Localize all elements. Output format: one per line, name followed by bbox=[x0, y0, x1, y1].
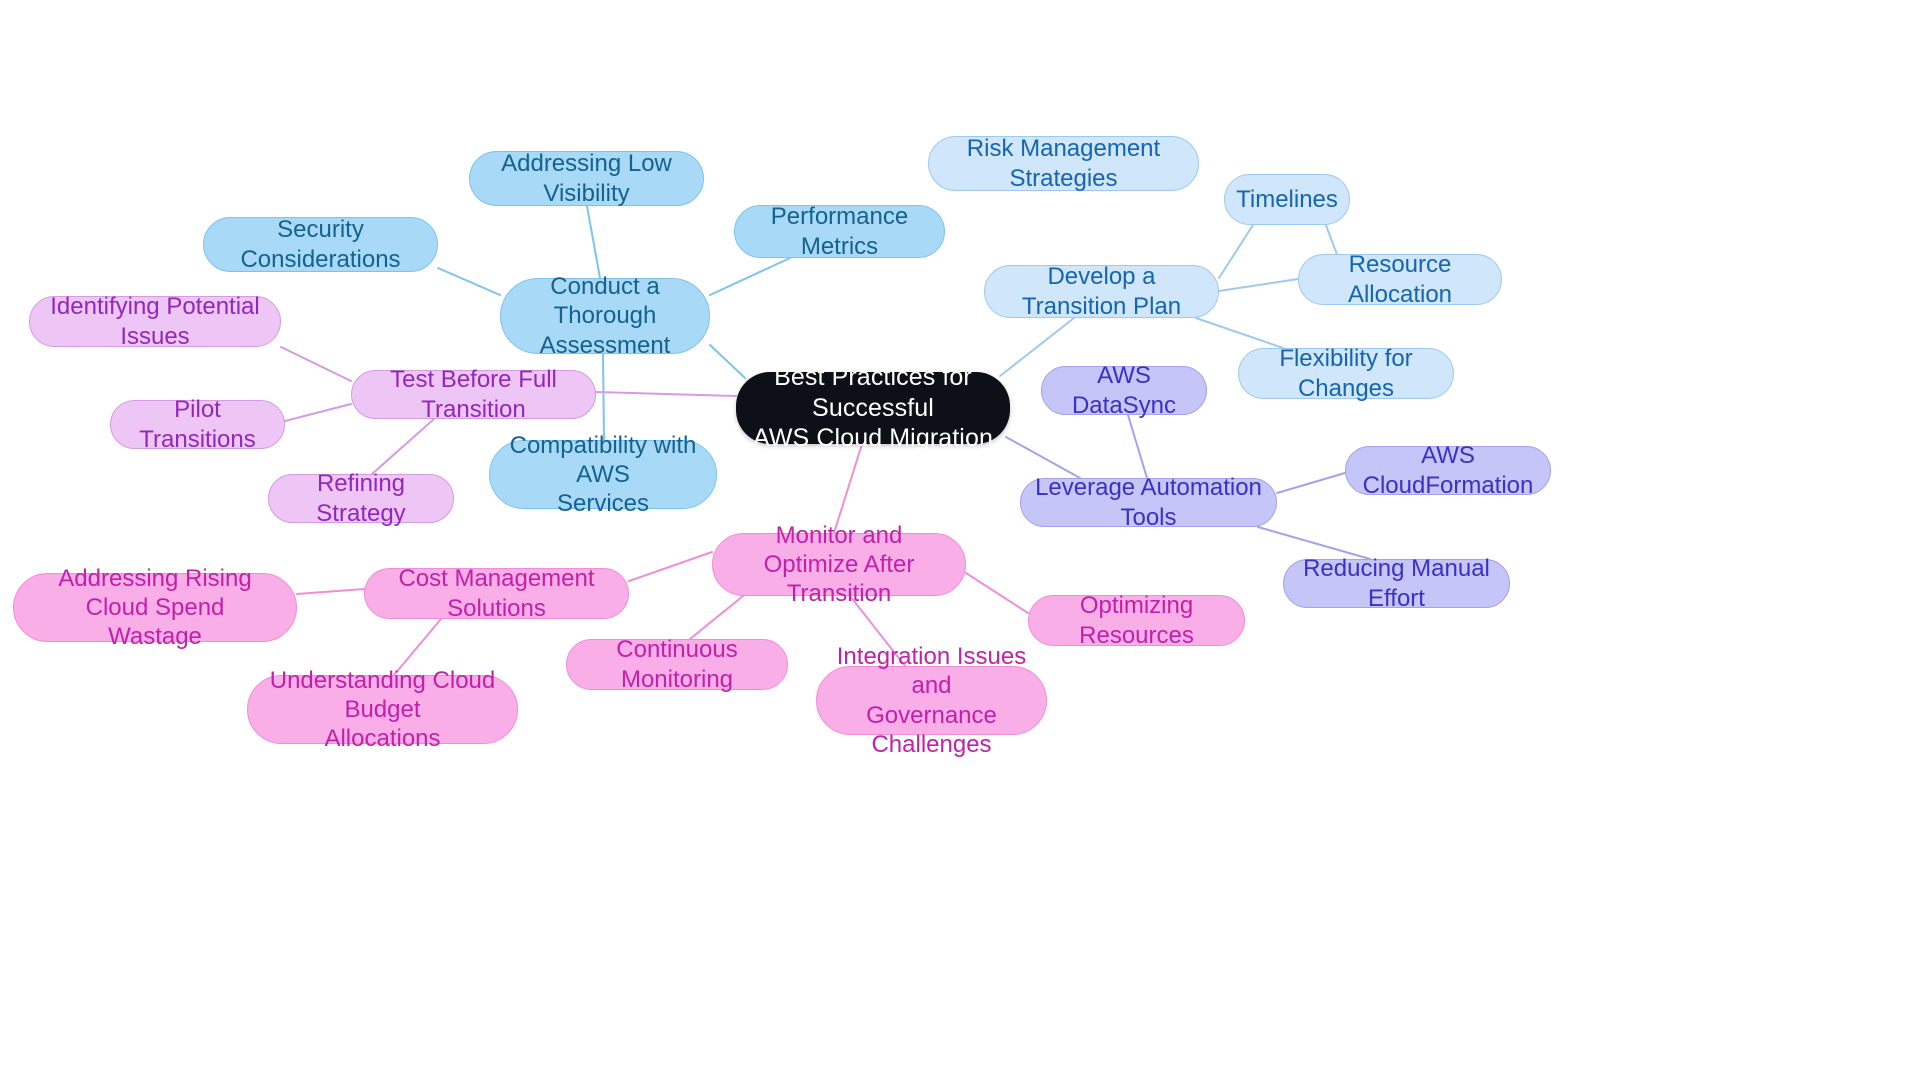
edge-testing-to-potential-issues bbox=[280, 346, 352, 382]
leaf-node-low-visibility[interactable]: Addressing Low Visibility bbox=[469, 150, 704, 207]
leaf-node-potential-issues[interactable]: Identifying Potential Issues bbox=[29, 293, 281, 350]
leaf-node-continuous-monitoring[interactable]: Continuous Monitoring bbox=[566, 636, 788, 693]
edge-root-to-testing bbox=[595, 391, 737, 397]
leaf-node-refining-strategy[interactable]: Refining Strategy bbox=[268, 470, 454, 527]
leaf-node-compatibility[interactable]: Compatibility with AWS Services bbox=[489, 432, 717, 517]
mind-map-canvas: Best Practices for Successful AWS Cloud … bbox=[0, 0, 1920, 1083]
leaf-node-cloud-budget[interactable]: Understanding Cloud Budget Allocations bbox=[247, 667, 518, 752]
leaf-node-timelines[interactable]: Timelines bbox=[1224, 174, 1350, 225]
leaf-node-risk-management[interactable]: Risk Management Strategies bbox=[928, 135, 1199, 192]
edge-testing-to-pilot-transitions bbox=[284, 403, 352, 422]
edge-testing-to-refining-strategy bbox=[371, 418, 435, 475]
edge-assessment-to-compatibility bbox=[602, 353, 605, 441]
edge-automation-to-cloudformation bbox=[1276, 472, 1346, 494]
branch-node-monitor[interactable]: Monitor and Optimize After Transition bbox=[712, 522, 966, 607]
leaf-node-cloud-spend[interactable]: Addressing Rising Cloud Spend Wastage bbox=[13, 565, 297, 650]
leaf-node-performance[interactable]: Performance Metrics bbox=[734, 203, 945, 260]
leaf-node-datasync[interactable]: AWS DataSync bbox=[1041, 362, 1207, 419]
branch-node-assessment[interactable]: Conduct a Thorough Assessment bbox=[500, 273, 710, 359]
branch-node-automation[interactable]: Leverage Automation Tools bbox=[1020, 474, 1277, 531]
edge-automation-to-datasync bbox=[1127, 414, 1148, 479]
branch-node-transition-plan[interactable]: Develop a Transition Plan bbox=[984, 263, 1219, 320]
edge-root-to-automation bbox=[1005, 436, 1081, 479]
edge-monitor-to-cost-management bbox=[628, 551, 713, 582]
edge-cost-management-to-cloud-spend bbox=[296, 588, 365, 595]
edge-monitor-to-optimizing-resources bbox=[965, 572, 1029, 614]
leaf-node-resource-allocation[interactable]: Resource Allocation bbox=[1298, 251, 1502, 308]
edge-root-to-assessment bbox=[709, 344, 746, 379]
leaf-node-integration-issues[interactable]: Integration Issues and Governance Challe… bbox=[816, 643, 1047, 758]
leaf-node-pilot-transitions[interactable]: Pilot Transitions bbox=[110, 396, 285, 453]
mindmap-root-node[interactable]: Best Practices for Successful AWS Cloud … bbox=[736, 363, 1010, 452]
leaf-node-flexibility[interactable]: Flexibility for Changes bbox=[1238, 345, 1454, 402]
edge-assessment-to-security bbox=[437, 267, 501, 296]
leaf-node-cloudformation[interactable]: AWS CloudFormation bbox=[1345, 442, 1551, 499]
branch-node-testing[interactable]: Test Before Full Transition bbox=[351, 366, 596, 423]
edge-assessment-to-low-visibility bbox=[586, 205, 601, 279]
edge-assessment-to-performance bbox=[709, 257, 791, 296]
edge-transition-plan-to-timelines bbox=[1218, 224, 1254, 279]
leaf-node-cost-management[interactable]: Cost Management Solutions bbox=[364, 565, 629, 622]
edge-transition-plan-to-resource-allocation bbox=[1218, 278, 1299, 292]
leaf-node-security[interactable]: Security Considerations bbox=[203, 216, 438, 273]
leaf-node-optimizing-resources[interactable]: Optimizing Resources bbox=[1028, 592, 1245, 649]
leaf-node-manual-effort[interactable]: Reducing Manual Effort bbox=[1283, 555, 1510, 612]
